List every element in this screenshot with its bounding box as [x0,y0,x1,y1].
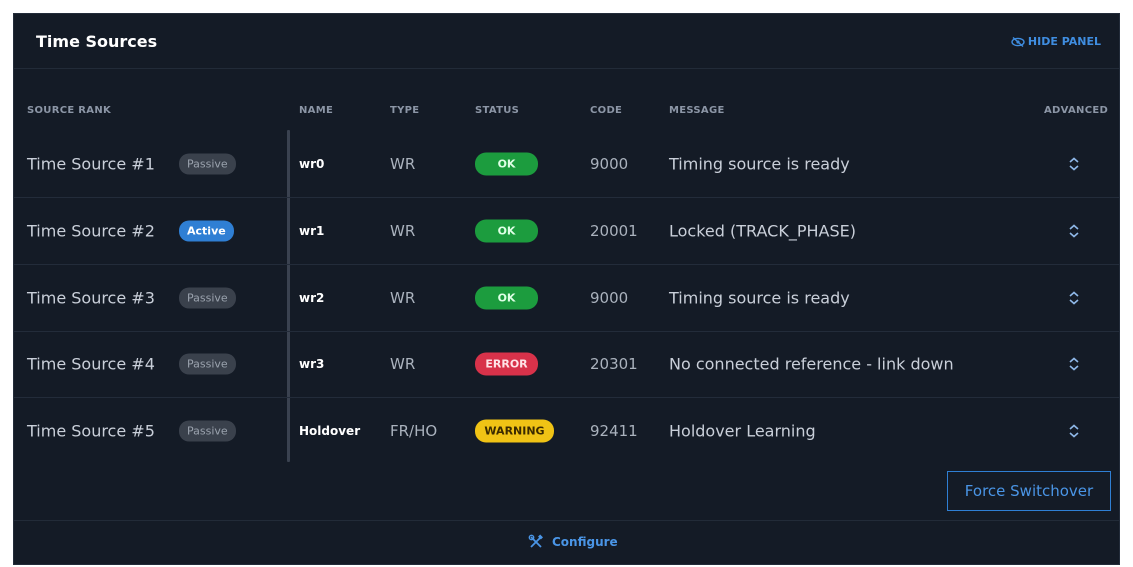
status-badge: ERROR [475,352,538,376]
hide-panel-label: HIDE PANEL [1027,35,1101,48]
source-name: wr1 [299,224,325,238]
time-sources-panel: Time Sources HIDE PANEL SOURCE RANK NAME… [13,13,1120,565]
column-header-advanced: ADVANCED [1044,105,1109,116]
chevron-up-down-icon[interactable] [1066,156,1082,172]
source-type: WR [390,289,416,307]
column-header-status: STATUS [475,105,520,116]
status-code: 9000 [590,289,629,307]
hide-panel-button[interactable]: HIDE PANEL [1011,35,1101,48]
source-label: Time Source #3 [27,288,155,308]
table-row: Time Source #3 Passive wr2 WR OK 9000 Ti… [14,265,1119,332]
status-code: 92411 [590,422,638,440]
column-header-name: NAME [299,105,334,116]
status-message: Locked (TRACK_PHASE) [669,221,856,241]
column-header-type: TYPE [390,105,420,116]
table-row: Time Source #5 Passive Holdover FR/HO WA… [14,398,1119,464]
force-switchover-button[interactable]: Force Switchover [947,471,1111,511]
rank-badge: Passive [179,287,236,309]
source-type: FR/HO [390,422,438,440]
source-label: Time Source #5 [27,421,155,441]
panel-header: Time Sources HIDE PANEL [14,14,1119,69]
source-name: wr2 [299,291,325,305]
status-message: Timing source is ready [669,288,850,308]
source-type: WR [390,155,416,173]
source-type: WR [390,355,416,373]
source-name: wr0 [299,157,325,171]
configure-button[interactable]: Configure [528,534,618,550]
status-badge: OK [475,286,538,310]
status-message: Holdover Learning [669,421,816,441]
source-name: wr3 [299,357,325,371]
status-message: Timing source is ready [669,154,850,174]
column-header-message: MESSAGE [669,105,725,116]
table-row: Time Source #1 Passive wr0 WR OK 9000 Ti… [14,131,1119,198]
rank-badge: Active [179,220,234,242]
status-code: 20301 [590,355,638,373]
eye-slash-icon [1011,36,1025,47]
column-header-source-rank: SOURCE RANK [27,105,112,116]
status-badge: OK [475,219,538,243]
source-type: WR [390,222,416,240]
chevron-up-down-icon[interactable] [1066,290,1082,306]
status-message: No connected reference - link down [669,354,954,374]
status-code: 20001 [590,222,638,240]
chevron-up-down-icon[interactable] [1066,356,1082,372]
status-badge: WARNING [475,419,554,443]
source-label: Time Source #4 [27,354,155,374]
table-row: Time Source #2 Active wr1 WR OK 20001 Lo… [14,198,1119,265]
source-name: Holdover [299,424,361,438]
table-row: Time Source #4 Passive wr3 WR ERROR 2030… [14,331,1119,398]
chevron-up-down-icon[interactable] [1066,223,1082,239]
panel-footer: Configure [14,520,1119,564]
chevron-up-down-icon[interactable] [1066,423,1082,439]
rank-badge: Passive [179,353,236,375]
column-header-code: CODE [590,105,623,116]
tools-icon [528,534,543,548]
configure-label: Configure [552,535,618,549]
rank-badge: Passive [179,420,236,442]
source-label: Time Source #2 [27,221,155,241]
rank-badge: Passive [179,153,236,175]
status-code: 9000 [590,155,629,173]
source-label: Time Source #1 [27,154,155,174]
panel-title: Time Sources [36,32,158,51]
status-badge: OK [475,152,538,176]
